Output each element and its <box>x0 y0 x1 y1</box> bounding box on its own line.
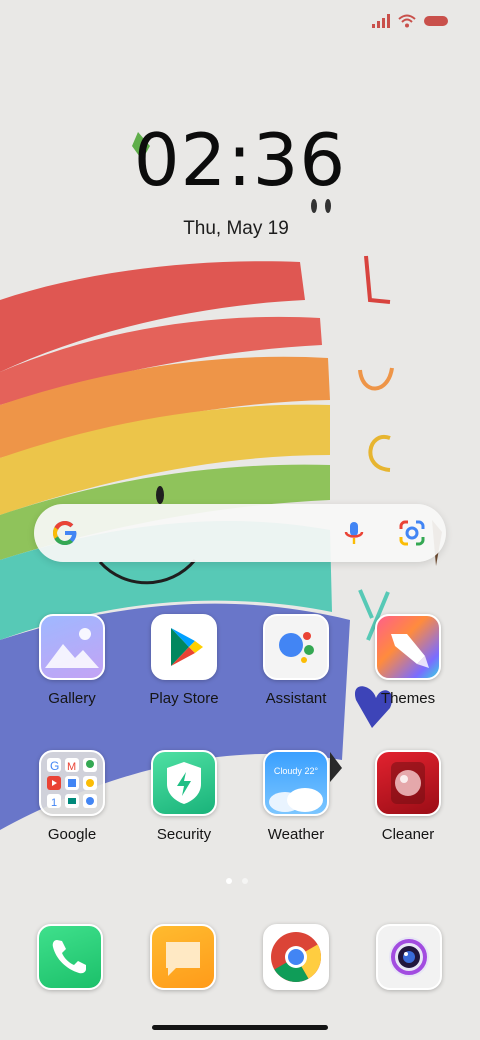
app-label: Cleaner <box>381 826 435 843</box>
status-bar <box>372 14 448 28</box>
google-lens-icon[interactable] <box>398 519 426 547</box>
clock-date[interactable]: Thu, May 19 <box>0 218 472 240</box>
google-search-bar[interactable] <box>34 504 446 562</box>
page-dot-active[interactable] <box>226 878 232 884</box>
app-weather[interactable]: Cloudy 22° Weather <box>241 750 351 843</box>
svg-text:1: 1 <box>51 797 57 809</box>
app-themes[interactable]: Themes <box>353 614 463 707</box>
phone-icon <box>37 924 103 990</box>
svg-text:M: M <box>67 761 76 773</box>
app-label: Assistant <box>265 690 327 707</box>
page-indicator[interactable] <box>226 878 248 884</box>
app-play-store[interactable]: Play Store <box>129 614 239 707</box>
camera-icon <box>376 924 442 990</box>
app-assistant[interactable]: Assistant <box>241 614 351 707</box>
gesture-navigation-bar[interactable] <box>152 1025 328 1030</box>
clock-time[interactable]: 02:36 <box>0 118 480 202</box>
app-label: Gallery <box>48 690 96 707</box>
wifi-icon <box>398 14 416 28</box>
assistant-icon <box>263 614 329 680</box>
cleaner-icon <box>375 750 441 816</box>
chrome-icon <box>263 924 329 990</box>
dock-messages[interactable] <box>128 924 238 990</box>
play-store-icon <box>151 614 217 680</box>
app-label: Google <box>47 826 97 843</box>
message-icon <box>150 924 216 990</box>
battery-icon <box>424 16 448 26</box>
google-folder-icon: G M 1 <box>39 750 105 816</box>
app-label: Play Store <box>149 690 219 707</box>
signal-icon <box>372 14 390 28</box>
app-label: Weather <box>267 826 325 843</box>
app-label: Themes <box>380 690 436 707</box>
app-label: Security <box>156 826 212 843</box>
app-gallery[interactable]: Gallery <box>17 614 127 707</box>
page-dot[interactable] <box>242 878 248 884</box>
app-google-folder[interactable]: G M 1 Google <box>17 750 127 843</box>
dock-chrome[interactable] <box>241 924 351 990</box>
app-cleaner[interactable]: Cleaner <box>353 750 463 843</box>
weather-icon: Cloudy 22° <box>263 750 329 816</box>
dock-camera[interactable] <box>354 924 464 990</box>
svg-text:G: G <box>50 759 59 773</box>
themes-icon <box>375 614 441 680</box>
gallery-icon <box>39 614 105 680</box>
dock-phone[interactable] <box>15 924 125 990</box>
microphone-icon[interactable] <box>342 520 366 548</box>
security-icon <box>151 750 217 816</box>
google-logo-icon <box>53 521 77 545</box>
app-security[interactable]: Security <box>129 750 239 843</box>
